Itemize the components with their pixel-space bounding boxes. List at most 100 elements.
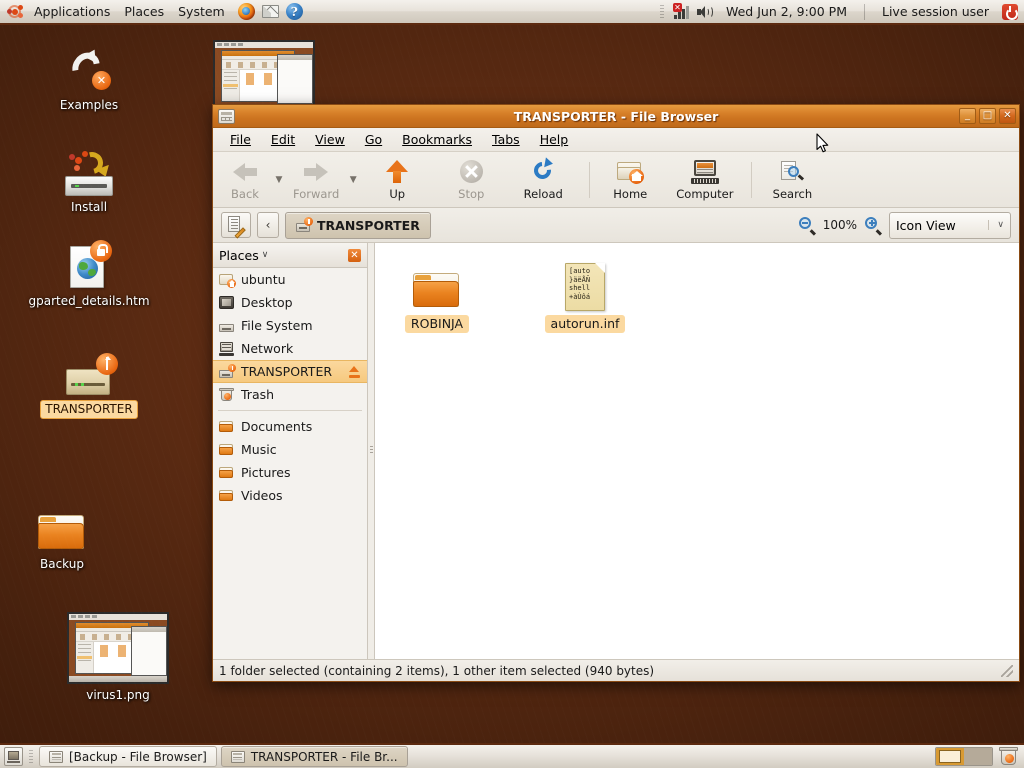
clock[interactable]: Wed Jun 2, 9:00 PM — [719, 1, 854, 22]
install-cd-icon — [33, 146, 145, 196]
folder-icon — [219, 489, 235, 503]
sidebar-item-ubuntu[interactable]: ubuntu — [213, 268, 367, 291]
sidebar-splitter[interactable] — [368, 243, 375, 659]
resize-grip[interactable] — [1001, 664, 1013, 677]
menu-help[interactable]: Help — [531, 129, 578, 150]
workspace-switcher[interactable] — [935, 747, 993, 766]
taskbar-grip — [29, 749, 33, 764]
menu-view[interactable]: View — [306, 129, 354, 150]
window-titlebar[interactable]: TRANSPORTER - File Browser _ □ ✕ — [213, 105, 1019, 128]
sidebar-item-music[interactable]: Music — [213, 438, 367, 461]
forward-dropdown-chevron-down-icon[interactable]: ▼ — [345, 160, 361, 200]
up-button[interactable]: Up — [371, 157, 423, 203]
computer-icon — [690, 159, 719, 185]
usb-drive-icon — [33, 347, 145, 397]
home-label: Home — [613, 186, 648, 201]
menu-system[interactable]: System — [171, 1, 232, 22]
toggle-location-entry-button[interactable] — [221, 212, 251, 238]
close-sidebar-icon[interactable]: ✕ — [348, 248, 361, 262]
up-label: Up — [389, 186, 406, 201]
sidebar-item-file-system[interactable]: File System — [213, 314, 367, 337]
menu-edit[interactable]: Edit — [262, 129, 304, 150]
desktop-icon-examples[interactable]: ✕ Examples — [33, 44, 145, 114]
filesystem-icon — [219, 319, 235, 333]
taskbar-item-transporter[interactable]: TRANSPORTER - File Br... — [220, 746, 408, 767]
minimize-button[interactable]: _ — [959, 108, 976, 124]
taskbar-item-label: [Backup - File Browser] — [69, 749, 207, 764]
menu-bookmarks[interactable]: Bookmarks — [393, 129, 481, 150]
forward-label: Forward — [293, 186, 340, 201]
menu-applications[interactable]: Applications — [27, 1, 117, 22]
desktop-icon-virus1-png[interactable]: virus1.png — [62, 608, 174, 704]
show-desktop-icon[interactable] — [4, 747, 23, 766]
search-button[interactable]: Search — [766, 157, 818, 203]
taskbar-item-backup[interactable]: [Backup - File Browser] — [39, 746, 217, 767]
desktop-icon-gparted-details[interactable]: gparted_details.htm — [24, 240, 154, 310]
home-folder-icon — [617, 159, 645, 185]
usb-drive-small-icon — [296, 217, 313, 232]
home-button[interactable]: Home — [604, 157, 656, 203]
panel-separator — [863, 3, 865, 20]
back-button[interactable]: Back — [219, 157, 271, 203]
sidebar-item-label: Videos — [241, 488, 283, 503]
reload-button[interactable]: Reload — [517, 157, 569, 203]
zoom-out-icon[interactable] — [798, 216, 816, 235]
breadcrumb-back-button[interactable]: ‹ — [257, 212, 279, 238]
forward-button[interactable]: Forward — [287, 157, 345, 203]
help-icon[interactable]: ? — [285, 3, 303, 20]
sidebar-item-videos[interactable]: Videos — [213, 484, 367, 507]
desktop-icon-install[interactable]: Install — [33, 146, 145, 216]
ubuntu-logo-icon[interactable] — [6, 3, 23, 20]
eject-icon[interactable] — [348, 365, 361, 378]
network-icon — [219, 341, 235, 356]
workspace-1[interactable] — [936, 748, 964, 765]
maximize-button[interactable]: □ — [979, 108, 996, 124]
sidebar-item-pictures[interactable]: Pictures — [213, 461, 367, 484]
file-item-robinja[interactable]: ROBINJA — [389, 257, 485, 333]
stop-button[interactable]: Stop — [445, 157, 497, 203]
back-dropdown-chevron-down-icon[interactable]: ▼ — [271, 160, 287, 200]
menu-tabs[interactable]: Tabs — [483, 129, 529, 150]
breadcrumb-transporter[interactable]: TRANSPORTER — [285, 211, 431, 239]
sidebar-item-label: Trash — [241, 387, 275, 402]
file-item-label: autorun.inf — [544, 315, 626, 333]
menu-places[interactable]: Places — [117, 1, 171, 22]
arrow-right-icon — [304, 159, 329, 185]
sidebar-item-label: Documents — [241, 419, 313, 434]
chevron-down-icon: ∨ — [988, 220, 1004, 230]
volume-icon[interactable] — [696, 5, 713, 19]
file-list-view[interactable]: ROBINJA [auto }äëÅÑ shell +àÙôá autorun.… — [375, 243, 1019, 659]
zoom-in-icon[interactable] — [864, 216, 883, 235]
toolbar-separator-2 — [751, 161, 753, 198]
view-mode-label: Icon View — [896, 217, 956, 233]
desktop-icon-transporter[interactable]: TRANSPORTER — [33, 347, 145, 419]
places-header[interactable]: Places ∨ ✕ — [213, 243, 367, 268]
workspace-2[interactable] — [964, 748, 992, 765]
sidebar-separator — [218, 410, 362, 411]
firefox-icon[interactable] — [237, 3, 255, 20]
network-disconnected-icon[interactable]: ✕ — [672, 3, 690, 19]
usb-drive-icon — [219, 363, 236, 379]
sidebar-item-network[interactable]: Network — [213, 337, 367, 360]
window-title: TRANSPORTER - File Browser — [513, 108, 719, 124]
close-button[interactable]: ✕ — [999, 108, 1016, 124]
desktop-icon — [219, 295, 235, 310]
file-item-autorun-inf[interactable]: [auto }äëÅÑ shell +àÙôá autorun.inf — [537, 257, 633, 333]
menu-file[interactable]: File — [221, 129, 260, 150]
mail-icon[interactable] — [261, 5, 279, 18]
sidebar-item-desktop[interactable]: Desktop — [213, 291, 367, 314]
status-bar: 1 folder selected (containing 2 items), … — [213, 659, 1019, 681]
desktop-icon-backup[interactable]: Backup — [6, 503, 118, 573]
sidebar-item-documents[interactable]: Documents — [213, 415, 367, 438]
power-icon[interactable] — [1002, 3, 1018, 20]
computer-button[interactable]: Computer — [670, 157, 739, 203]
sidebar-item-trash[interactable]: Trash — [213, 383, 367, 406]
trash-icon[interactable] — [999, 747, 1018, 766]
menu-go[interactable]: Go — [356, 129, 391, 150]
sidebar-item-transporter[interactable]: TRANSPORTER — [213, 360, 367, 383]
reload-label: Reload — [523, 186, 563, 201]
view-mode-select[interactable]: Icon View ∨ — [889, 211, 1011, 239]
user-menu[interactable]: Live session user — [875, 1, 996, 22]
link-arrow-icon: ✕ — [33, 44, 145, 94]
file-browser-window[interactable]: TRANSPORTER - File Browser _ □ ✕ File Ed… — [212, 104, 1020, 682]
